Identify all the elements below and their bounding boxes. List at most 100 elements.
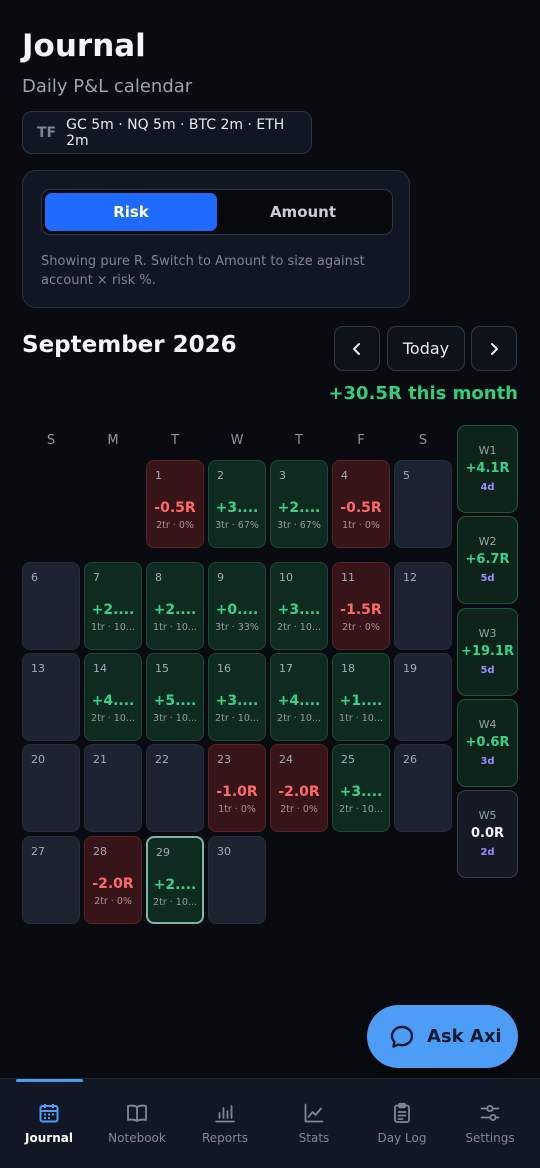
day-trade-meta: 2tr · 0%: [342, 622, 380, 633]
week-summary-card[interactable]: W5 0.0R 2d: [457, 790, 518, 878]
week-summary-card[interactable]: W3 +19.1R 5d: [457, 608, 518, 696]
day-trade-meta: 3tr · 10...: [153, 713, 197, 724]
week-label: W3: [478, 627, 497, 640]
tab-reports[interactable]: Reports: [181, 1079, 269, 1168]
week-days-count: 5d: [480, 665, 495, 676]
tab-label: Settings: [465, 1131, 515, 1145]
tab-stats[interactable]: Stats: [270, 1079, 358, 1168]
day-number: 9: [217, 571, 224, 584]
calendar-day-cell[interactable]: 9 +0.... 3tr · 33%: [208, 562, 266, 650]
calendar-day-cell[interactable]: 30: [208, 836, 266, 924]
tab-journal[interactable]: Journal: [5, 1079, 93, 1168]
week-pnl-value: +19.1R: [461, 644, 514, 659]
day-trade-meta: 2tr · 10...: [277, 713, 321, 724]
calendar-day-cell[interactable]: 5: [394, 460, 452, 548]
calendar-day-cell[interactable]: 20: [22, 744, 80, 832]
calendar-day-cell[interactable]: 22: [146, 744, 204, 832]
calendar-day-cell[interactable]: 8 +2.... 1tr · 10...: [146, 562, 204, 650]
clipboard-icon: [394, 1102, 410, 1123]
today-button[interactable]: Today: [387, 326, 465, 371]
day-pnl-value: +1....: [339, 693, 383, 709]
calendar-day-cell[interactable]: 28 -2.0R 2tr · 0%: [84, 836, 142, 924]
mode-risk-button[interactable]: Risk: [45, 193, 217, 231]
week-summary-card[interactable]: W1 +4.1R 4d: [457, 425, 518, 513]
calendar-day-cell[interactable]: 14 +4.... 2tr · 10...: [84, 653, 142, 741]
day-trade-meta: 3tr · 33%: [215, 622, 259, 633]
day-trade-meta: 2tr · 0%: [156, 520, 194, 531]
tab-day-log[interactable]: Day Log: [358, 1079, 446, 1168]
day-number: 2: [217, 469, 224, 482]
calendar-day-cell[interactable]: 26: [394, 744, 452, 832]
calendar-day-cell[interactable]: 23 -1.0R 1tr · 0%: [208, 744, 266, 832]
calendar-day-cell[interactable]: 7 +2.... 1tr · 10...: [84, 562, 142, 650]
ask-axi-button[interactable]: Ask Axi: [367, 1005, 518, 1068]
day-pnl-value: -2.0R: [92, 876, 134, 892]
page-subtitle: Daily P&L calendar: [22, 76, 193, 97]
calendar-day-cell[interactable]: 15 +5.... 3tr · 10...: [146, 653, 204, 741]
calendar-day-cell[interactable]: 19: [394, 653, 452, 741]
chevron-left-icon: [353, 342, 360, 355]
day-number: 21: [93, 753, 107, 766]
timeframe-label: TF: [37, 124, 57, 141]
day-number: 27: [31, 845, 45, 858]
timeframe-chip[interactable]: TF GC 5m · NQ 5m · BTC 2m · ETH 2m: [22, 111, 312, 154]
day-pnl-value: -1.5R: [340, 602, 382, 618]
calendar-day-cell[interactable]: 29 +2.... 2tr · 10...: [146, 836, 204, 924]
calendar-day-cell[interactable]: 11 -1.5R 2tr · 0%: [332, 562, 390, 650]
week-summary-card[interactable]: W4 +0.6R 3d: [457, 699, 518, 787]
calendar-day-cell[interactable]: 6: [22, 562, 80, 650]
weekday-header: W: [230, 433, 244, 448]
day-number: 17: [279, 662, 293, 675]
weekday-header: S: [46, 433, 56, 448]
week-summary-card[interactable]: W2 +6.7R 5d: [457, 516, 518, 604]
chat-bubble-icon: [390, 1025, 414, 1048]
calendar-day-cell[interactable]: 18 +1.... 1tr · 10...: [332, 653, 390, 741]
day-number: 4: [341, 469, 348, 482]
book-icon: [127, 1104, 147, 1122]
day-number: 24: [279, 753, 293, 766]
day-number: 5: [403, 469, 410, 482]
calendar-day-cell[interactable]: 17 +4.... 2tr · 10...: [270, 653, 328, 741]
calendar-day-cell[interactable]: 13: [22, 653, 80, 741]
calendar-day-cell[interactable]: 1 -0.5R 2tr · 0%: [146, 460, 204, 548]
calendar-day-cell[interactable]: 4 -0.5R 1tr · 0%: [332, 460, 390, 548]
day-pnl-value: +2....: [277, 500, 321, 516]
page-title: Journal: [22, 28, 146, 64]
day-trade-meta: 2tr · 0%: [280, 804, 318, 815]
weekday-header: S: [418, 433, 428, 448]
calendar-day-cell[interactable]: 2 +3.... 3tr · 67%: [208, 460, 266, 548]
calendar-day-cell[interactable]: 3 +2.... 3tr · 67%: [270, 460, 328, 548]
day-pnl-value: -0.5R: [340, 500, 382, 516]
mode-amount-button[interactable]: Amount: [217, 193, 389, 231]
weekday-header: T: [295, 433, 303, 448]
day-trade-meta: 2tr · 0%: [94, 896, 132, 907]
calendar-day-cell[interactable]: 24 -2.0R 2tr · 0%: [270, 744, 328, 832]
day-number: 18: [341, 662, 355, 675]
next-month-button[interactable]: [471, 326, 517, 371]
mode-toggle: Risk Amount: [41, 189, 393, 235]
day-number: 11: [341, 571, 355, 584]
day-number: 28: [93, 845, 107, 858]
calendar-day-cell[interactable]: 16 +3.... 2tr · 10...: [208, 653, 266, 741]
day-number: 6: [31, 571, 38, 584]
day-pnl-value: +5....: [153, 693, 197, 709]
week-days-count: 4d: [480, 482, 495, 493]
calendar-day-cell[interactable]: 10 +3.... 2tr · 10...: [270, 562, 328, 650]
tab-notebook[interactable]: Notebook: [93, 1079, 181, 1168]
calendar-day-cell[interactable]: 27: [22, 836, 80, 924]
calendar-day-cell[interactable]: 21: [84, 744, 142, 832]
day-number: 26: [403, 753, 417, 766]
week-pnl-value: +0.6R: [465, 735, 510, 750]
day-trade-meta: 3tr · 67%: [277, 520, 321, 531]
day-pnl-value: -2.0R: [278, 784, 320, 800]
month-title: September 2026: [22, 332, 237, 358]
calendar-day-cell[interactable]: 25 +3.... 2tr · 10...: [332, 744, 390, 832]
prev-month-button[interactable]: [334, 326, 380, 371]
day-pnl-value: +3....: [277, 602, 321, 618]
tab-settings[interactable]: Settings: [446, 1079, 534, 1168]
calendar-day-cell[interactable]: 12: [394, 562, 452, 650]
day-number: 30: [217, 845, 231, 858]
day-trade-meta: 3tr · 67%: [215, 520, 259, 531]
mode-card: Risk Amount Showing pure R. Switch to Am…: [22, 170, 410, 308]
day-number: 29: [156, 846, 170, 859]
